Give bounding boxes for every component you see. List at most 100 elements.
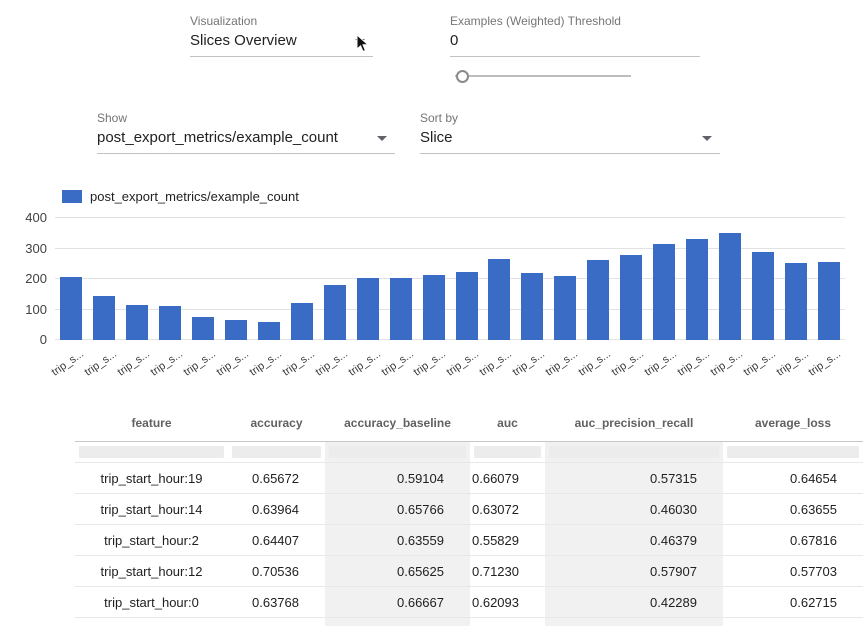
threshold-slider-thumb[interactable] bbox=[456, 70, 469, 83]
bar[interactable] bbox=[126, 305, 148, 340]
bar[interactable] bbox=[620, 255, 642, 340]
metric-cell: 0.59104 bbox=[325, 463, 470, 494]
bar[interactable] bbox=[93, 296, 115, 340]
show-dropdown[interactable]: post_export_metrics/example_count bbox=[97, 127, 395, 154]
chevron-down-icon bbox=[702, 136, 712, 141]
x-axis-label: trip_s... bbox=[149, 348, 185, 379]
bar[interactable] bbox=[488, 259, 510, 340]
column-filter-input[interactable] bbox=[329, 446, 466, 458]
table-row[interactable]: trip_start_hour:140.639640.657660.630720… bbox=[75, 494, 863, 525]
threshold-label: Examples (Weighted) Threshold bbox=[450, 14, 621, 28]
metric-cell: 0.57315 bbox=[545, 463, 723, 494]
x-axis-label: trip_s... bbox=[214, 348, 250, 379]
bar-slot bbox=[483, 218, 516, 340]
bar-slot bbox=[220, 218, 253, 340]
bar[interactable] bbox=[785, 263, 807, 340]
x-axis-label: trip_s... bbox=[445, 348, 481, 379]
column-header[interactable]: average_loss bbox=[723, 405, 863, 442]
feature-cell: trip_start_hour:2 bbox=[75, 525, 228, 556]
x-axis-label: trip_s... bbox=[346, 348, 382, 379]
bar-slot bbox=[187, 218, 220, 340]
bar[interactable] bbox=[521, 273, 543, 340]
column-header[interactable]: feature bbox=[75, 405, 228, 442]
metric-cell: 0.58337 bbox=[470, 618, 545, 626]
column-filter-input[interactable] bbox=[232, 446, 321, 458]
bar[interactable] bbox=[752, 252, 774, 340]
metric-cell: 0.46030 bbox=[545, 494, 723, 525]
threshold-slider-track[interactable] bbox=[455, 75, 631, 77]
bar[interactable] bbox=[159, 306, 181, 340]
visualization-label: Visualization bbox=[190, 14, 257, 28]
mouse-cursor-icon bbox=[356, 34, 372, 54]
table-row[interactable]: trip_start_hour:20.644070.635590.558290.… bbox=[75, 525, 863, 556]
bar[interactable] bbox=[192, 317, 214, 340]
feature-cell: trip_start_hour:12 bbox=[75, 556, 228, 587]
x-axis-label: trip_s... bbox=[247, 348, 283, 379]
feature-cell: trip_start_hour:14 bbox=[75, 494, 228, 525]
metric-cell: 0.63655 bbox=[723, 494, 863, 525]
metric-cell: 0.65766 bbox=[325, 494, 470, 525]
x-axis-label: trip_s... bbox=[675, 348, 711, 379]
metric-cell: 0.71230 bbox=[470, 556, 545, 587]
bar[interactable] bbox=[324, 285, 346, 340]
metric-cell: 0.55829 bbox=[470, 525, 545, 556]
bar[interactable] bbox=[587, 260, 609, 340]
column-header[interactable]: auc bbox=[470, 405, 545, 442]
bar-slot bbox=[384, 218, 417, 340]
sort-by-dropdown[interactable]: Slice bbox=[420, 127, 720, 154]
column-filter-input[interactable] bbox=[549, 446, 719, 458]
metric-cell: 0.44173 bbox=[545, 618, 723, 626]
metric-cell: 0.63072 bbox=[470, 494, 545, 525]
x-axis-label: trip_s... bbox=[182, 348, 218, 379]
bar[interactable] bbox=[818, 262, 840, 340]
x-axis-label: trip_s... bbox=[478, 348, 514, 379]
column-filter-input[interactable] bbox=[79, 446, 224, 458]
table-header-row: featureaccuracyaccuracy_baselineaucauc_p… bbox=[75, 405, 863, 442]
x-axis-label: trip_s... bbox=[280, 348, 316, 379]
x-axis-label: trip_s... bbox=[544, 348, 580, 379]
metric-cell: 0.57703 bbox=[723, 556, 863, 587]
bar-slot bbox=[351, 218, 384, 340]
bar[interactable] bbox=[456, 272, 478, 340]
column-header[interactable]: auc_precision_recall bbox=[545, 405, 723, 442]
feature-cell: trip_start_hour:23 bbox=[75, 618, 228, 626]
visualization-dropdown[interactable]: Slices Overview bbox=[190, 30, 373, 57]
chart-plot bbox=[55, 218, 845, 340]
x-axis-label: trip_s... bbox=[83, 348, 119, 379]
x-axis-label: trip_s... bbox=[609, 348, 645, 379]
bar[interactable] bbox=[719, 233, 741, 340]
bar[interactable] bbox=[60, 277, 82, 340]
bar-slot bbox=[549, 218, 582, 340]
table-row[interactable]: trip_start_hour:190.656720.591040.660790… bbox=[75, 463, 863, 494]
bar-slot bbox=[812, 218, 845, 340]
table-body: trip_start_hour:190.656720.591040.660790… bbox=[75, 463, 863, 626]
bar[interactable] bbox=[258, 322, 280, 340]
bar[interactable] bbox=[291, 303, 313, 340]
bar-slot bbox=[450, 218, 483, 340]
table-row[interactable]: trip_start_hour:120.705360.656250.712300… bbox=[75, 556, 863, 587]
bar[interactable] bbox=[357, 278, 379, 340]
bar-slot bbox=[318, 218, 351, 340]
table-filter-row bbox=[75, 442, 863, 463]
threshold-input[interactable] bbox=[450, 30, 700, 57]
show-label: Show bbox=[97, 111, 127, 125]
bar[interactable] bbox=[653, 244, 675, 340]
bar[interactable] bbox=[554, 276, 576, 340]
bar-slot bbox=[121, 218, 154, 340]
table-row[interactable]: trip_start_hour:00.637680.666670.620930.… bbox=[75, 587, 863, 618]
bar[interactable] bbox=[686, 239, 708, 340]
feature-cell: trip_start_hour:0 bbox=[75, 587, 228, 618]
x-axis-label: trip_s... bbox=[511, 348, 547, 379]
bar[interactable] bbox=[423, 275, 445, 340]
column-header[interactable]: accuracy bbox=[228, 405, 325, 442]
column-filter-input[interactable] bbox=[474, 446, 541, 458]
bar[interactable] bbox=[390, 278, 412, 340]
column-header[interactable]: accuracy_baseline bbox=[325, 405, 470, 442]
metric-cell: 0.57907 bbox=[545, 556, 723, 587]
bar-slot bbox=[285, 218, 318, 340]
bar-slot bbox=[88, 218, 121, 340]
bar-slot bbox=[779, 218, 812, 340]
column-filter-input[interactable] bbox=[727, 446, 859, 458]
bar[interactable] bbox=[225, 320, 247, 340]
table-row[interactable]: trip_start_hour:230.660160.648440.583370… bbox=[75, 618, 863, 626]
